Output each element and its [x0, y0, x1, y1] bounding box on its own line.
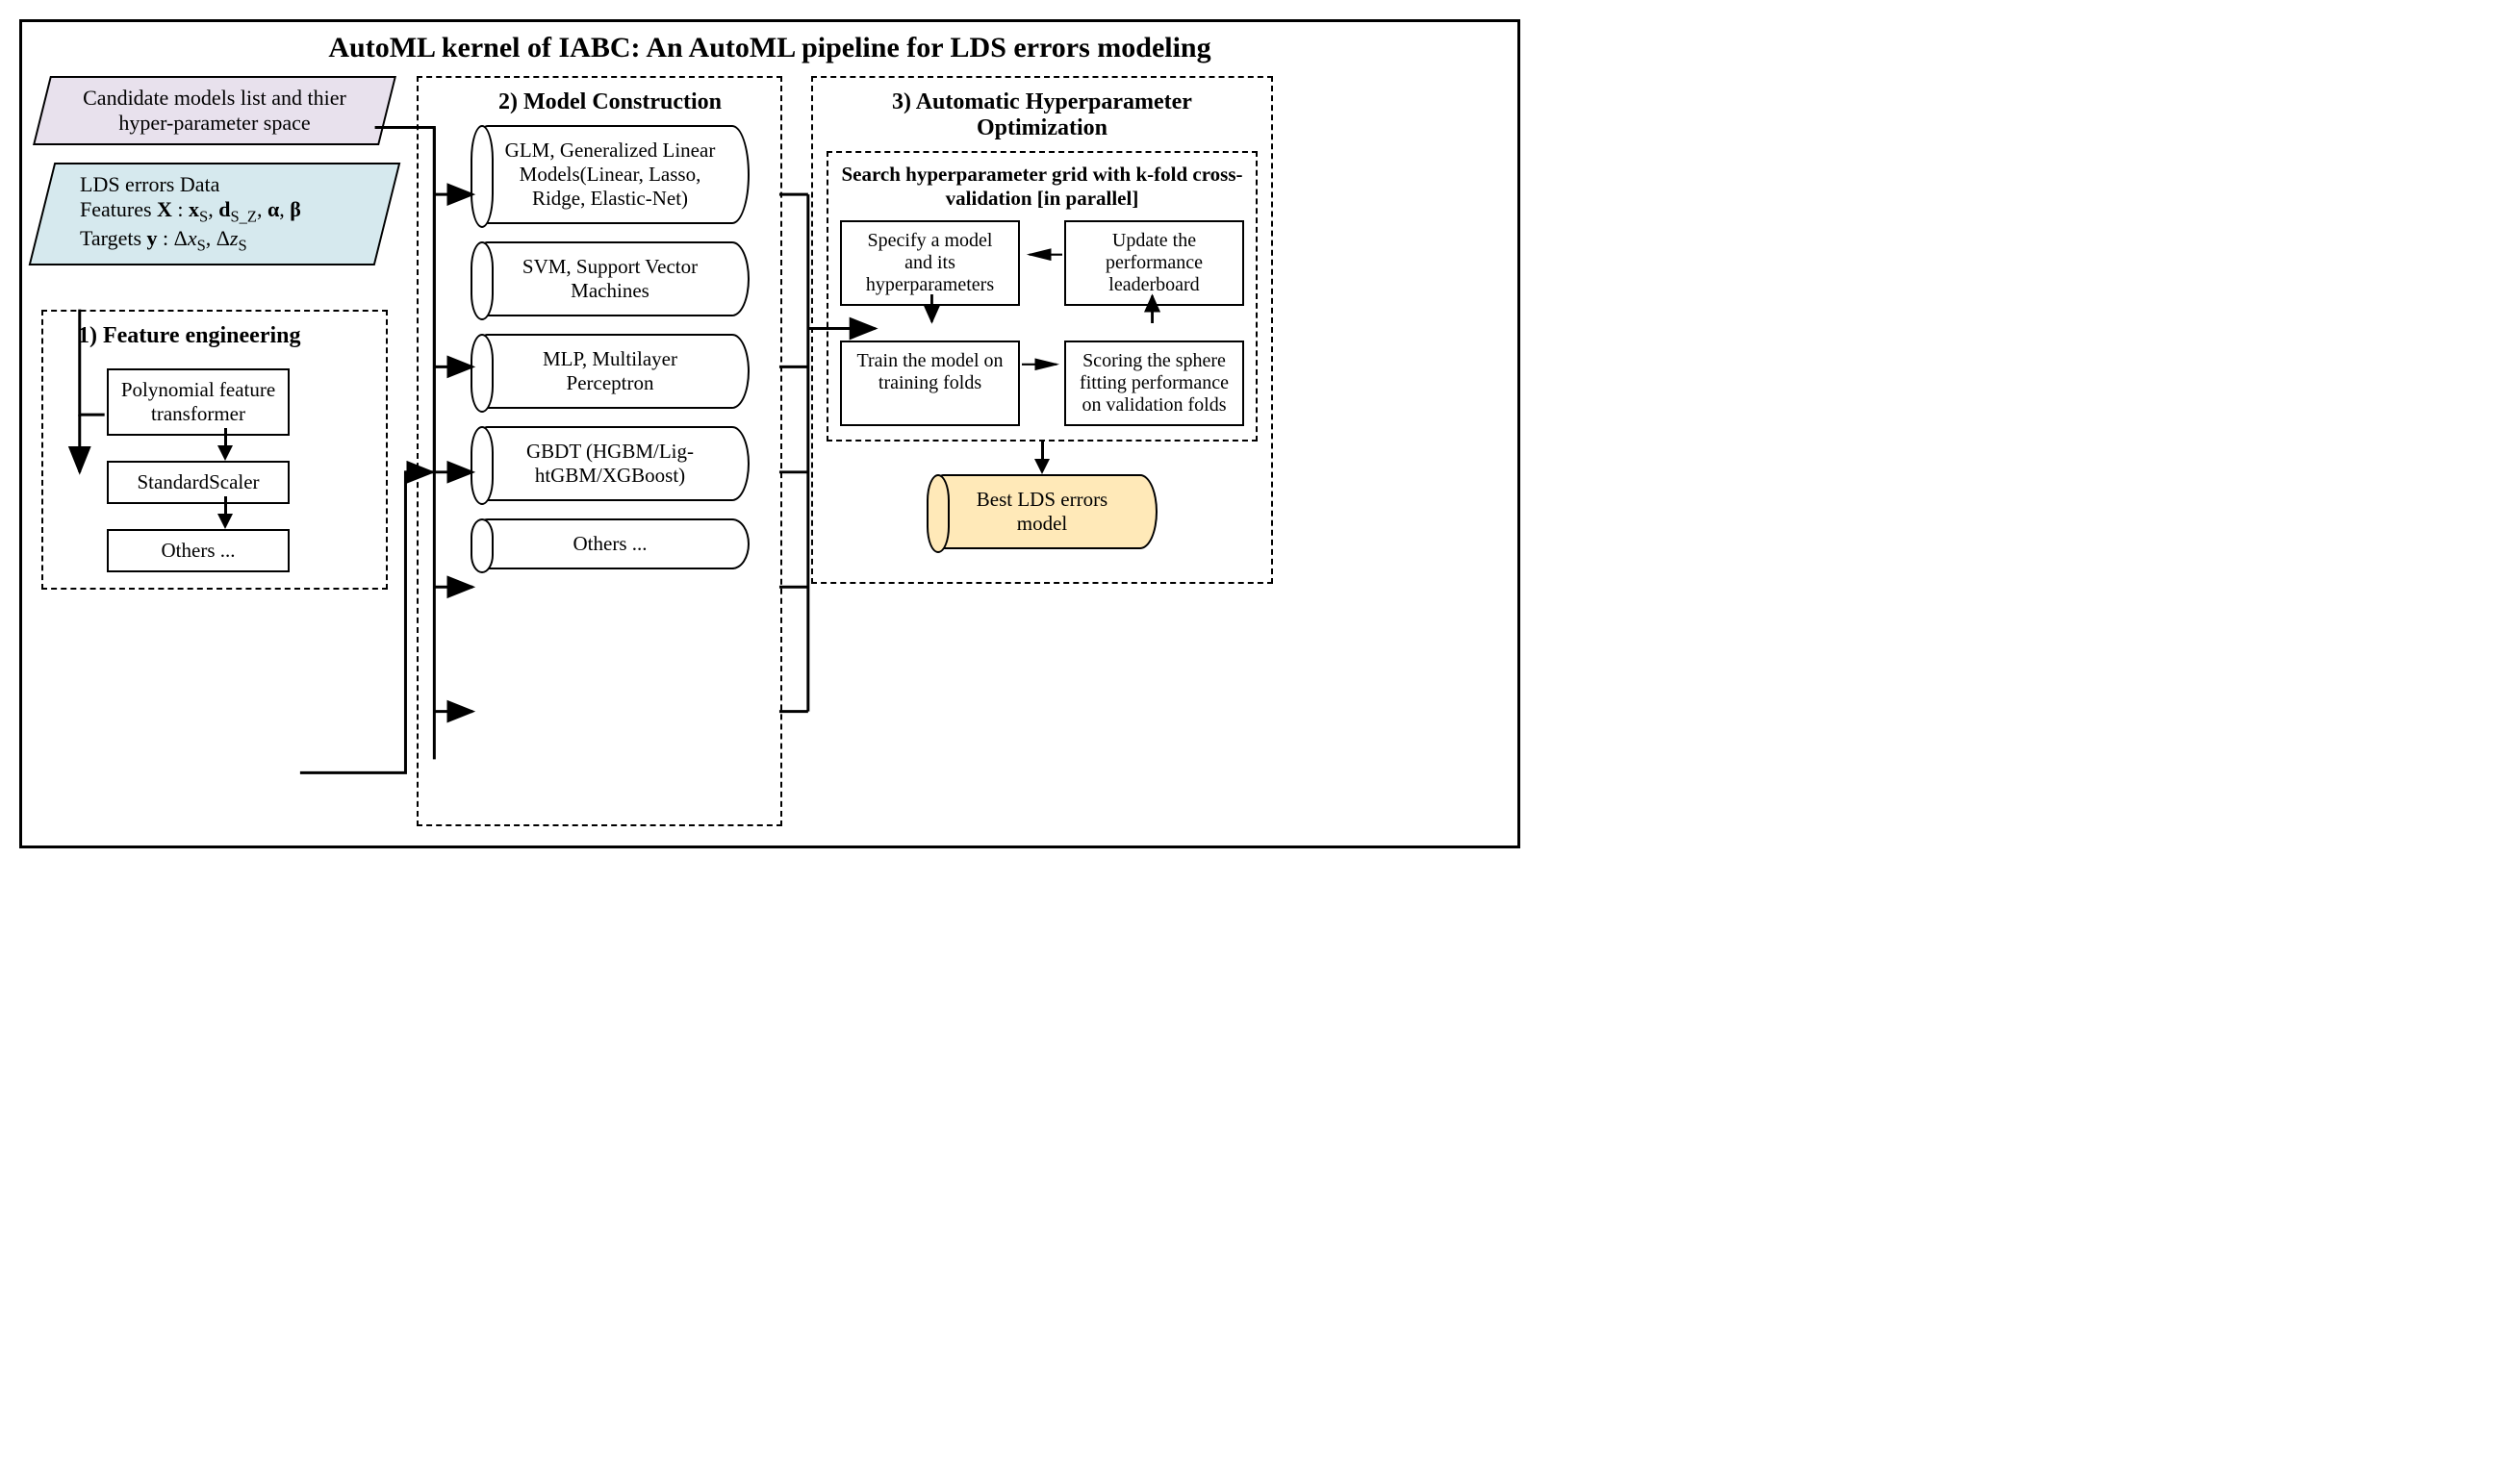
- model-glm: GLM, Generalized Linear Models(Linear, L…: [471, 125, 750, 224]
- arrow-down-icon: [217, 445, 233, 461]
- arrow-down-icon: [1034, 459, 1050, 474]
- columns: Candidate models list and thier hyper-pa…: [41, 76, 1498, 826]
- stage3-title: 3) Automatic Hyperparameter Optimization: [827, 89, 1258, 141]
- stage2-group: 2) Model Construction GLM, Generalized L…: [417, 76, 782, 826]
- fe-others: Others ...: [107, 529, 290, 572]
- model-others: Others ...: [471, 518, 750, 569]
- hpo-specify: Specify a model and its hyperparameters: [840, 220, 1020, 306]
- stage1-group: 1) Feature engineering Polynomial featur…: [41, 310, 388, 590]
- column-2: 2) Model Construction GLM, Generalized L…: [417, 76, 782, 826]
- hpo-subtitle: Search hyperparameter grid with k-fold c…: [840, 163, 1244, 211]
- model-mlp: MLP, Multilayer Perceptron: [471, 334, 750, 409]
- hpo-inner: Search hyperparameter grid with k-fold c…: [827, 151, 1258, 442]
- model-svm: SVM, Support Vector Machines: [471, 241, 750, 316]
- hpo-grid: Specify a model and its hyperparameters …: [840, 220, 1244, 426]
- column-3: 3) Automatic Hyperparameter Optimization…: [811, 76, 1273, 584]
- fe-scaler: StandardScaler: [107, 461, 290, 504]
- hpo-score: Scoring the sphere fitting performance o…: [1064, 341, 1244, 426]
- input-candidate-models: Candidate models list and thier hyper-pa…: [41, 76, 388, 145]
- input-candidate-text: Candidate models list and thier hyper-pa…: [83, 86, 346, 135]
- lds-line1: LDS errors Data: [80, 172, 361, 197]
- model-gbdt: GBDT (HGBM/Lig-htGBM/XGBoost): [471, 426, 750, 501]
- fe-polynomial: Polynomial feature transformer: [107, 368, 290, 436]
- stage3-group: 3) Automatic Hyperparameter Optimization…: [811, 76, 1273, 584]
- column-1: Candidate models list and thier hyper-pa…: [41, 76, 388, 590]
- stage2-title: 2) Model Construction: [459, 89, 761, 115]
- hpo-train: Train the model on training folds: [840, 341, 1020, 426]
- hpo-update: Update the performance leaderboard: [1064, 220, 1244, 306]
- diagram-title: AutoML kernel of IABC: An AutoML pipelin…: [41, 32, 1498, 64]
- lds-features: Features X : xS, dS_Z, α, β: [80, 197, 361, 226]
- arrow-down-icon: [217, 514, 233, 529]
- output-best-model: Best LDS errors model: [927, 474, 1158, 549]
- lds-targets: Targets y : ΔxS, ΔzS: [80, 226, 361, 255]
- diagram-outer: AutoML kernel of IABC: An AutoML pipelin…: [19, 19, 1520, 848]
- stage1-title: 1) Feature engineering: [78, 323, 372, 349]
- input-lds-data: LDS errors Data Features X : xS, dS_Z, α…: [41, 163, 388, 265]
